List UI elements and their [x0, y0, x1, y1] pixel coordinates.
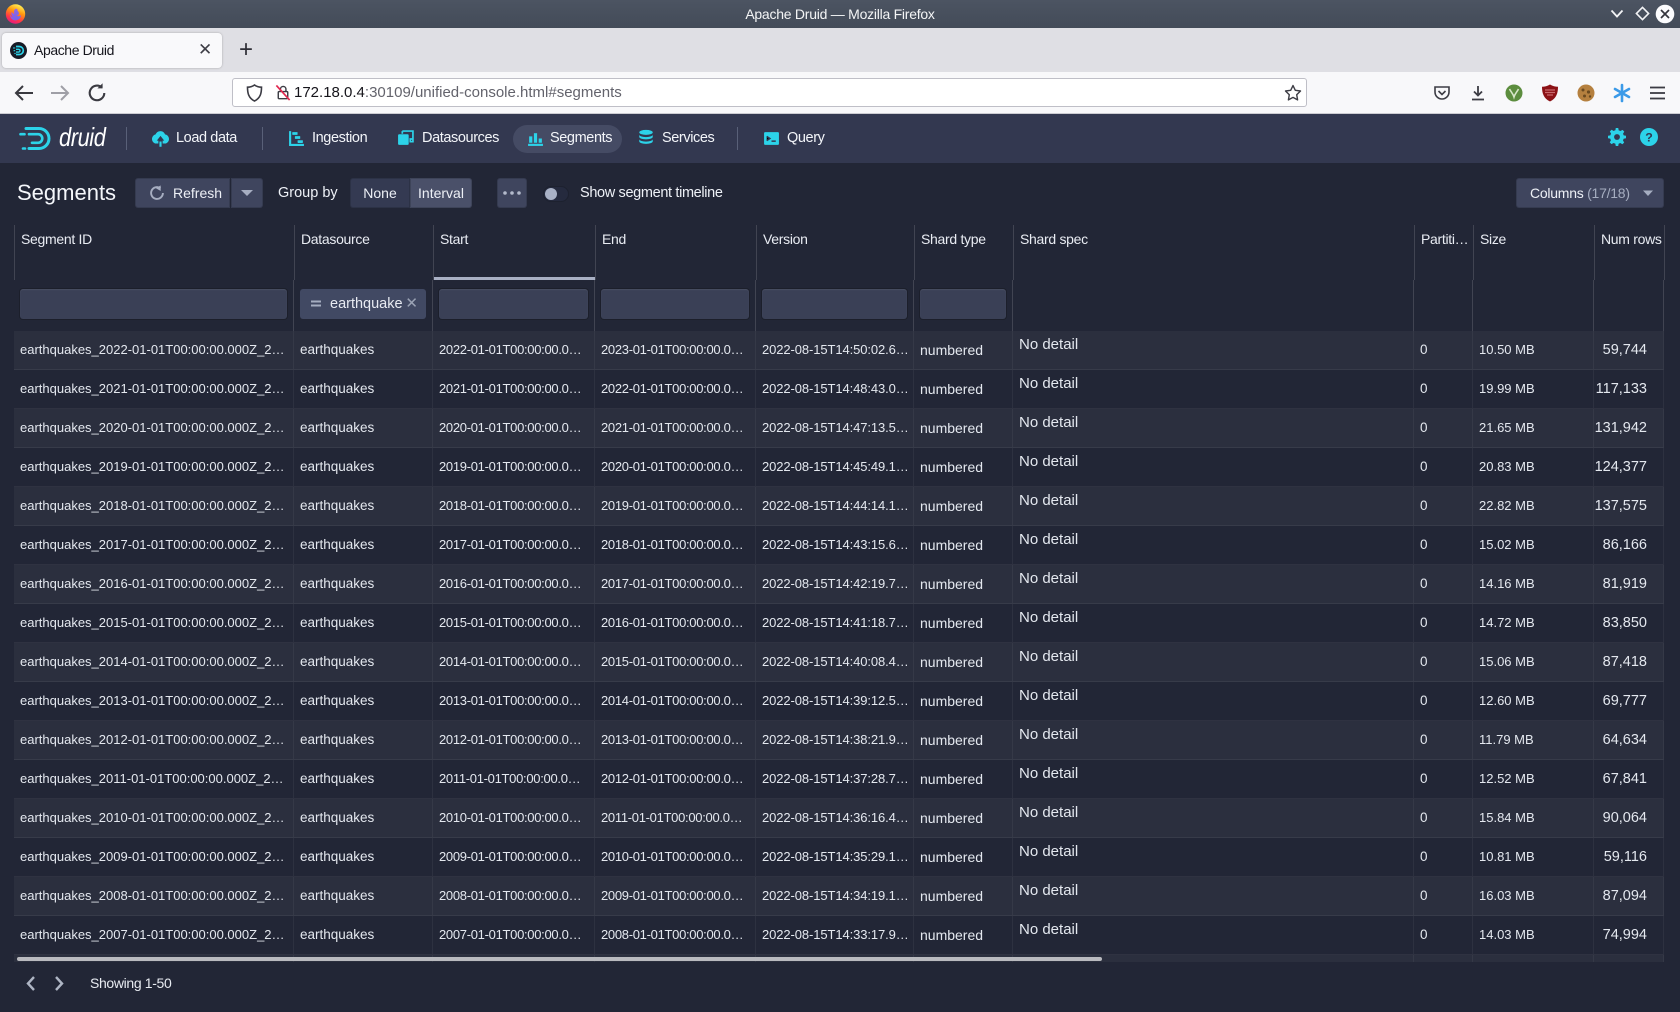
svg-text:?: ? [1645, 131, 1653, 145]
